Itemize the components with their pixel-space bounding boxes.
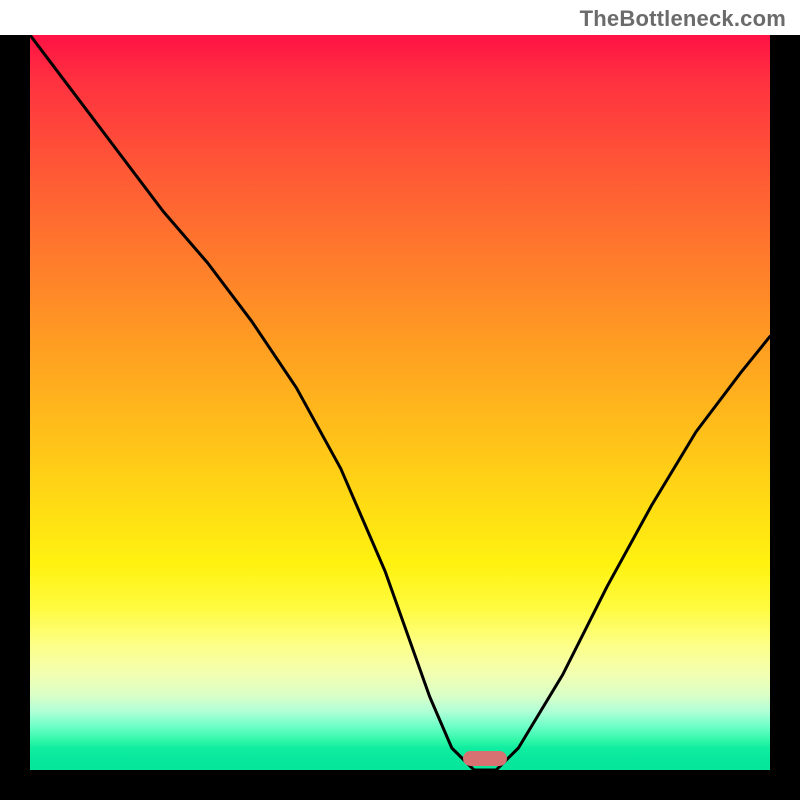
site-watermark: TheBottleneck.com xyxy=(580,6,786,32)
frame-border-right xyxy=(770,35,800,800)
frame-border-left xyxy=(0,35,30,800)
chart-frame xyxy=(0,35,800,800)
frame-border-bottom xyxy=(0,770,800,800)
